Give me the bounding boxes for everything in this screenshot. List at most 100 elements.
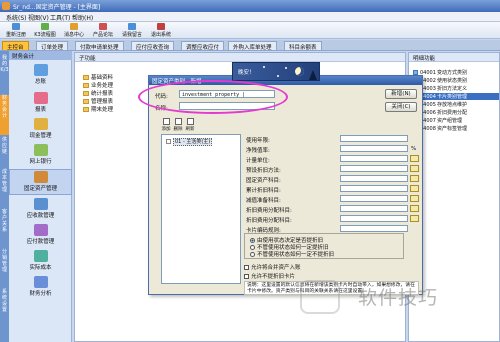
message-center-button[interactable]: 消息中心 [60,23,88,38]
useful-life-input[interactable] [340,135,408,142]
user-icon [12,23,20,30]
card-code-rule-input[interactable] [340,225,408,232]
close-button[interactable]: 关闭(C) [385,102,417,112]
vtab-supply-chain[interactable]: 供应链 [0,137,9,167]
window-title: Sr_nd...固定资产管理 - [主界面] [13,4,101,11]
nav-item-ledger[interactable]: 总账 [9,63,72,87]
unit-input[interactable] [340,155,408,162]
salvage-rate-input[interactable] [340,145,408,152]
folder-icon[interactable] [410,155,419,162]
menu-view[interactable]: 视图(V) [28,13,49,22]
depreciation-method-input[interactable] [340,165,408,172]
cost-icon [33,250,48,262]
watermark-logo [300,280,340,314]
feedback-button[interactable]: 请我留言 [118,23,146,38]
list-item[interactable]: 04005存放地点维护 [413,101,499,108]
folder-icon [83,83,89,88]
nav-item-cash[interactable]: 现金管理 [9,117,72,141]
menu-tools[interactable]: 工具(T) [50,13,70,22]
check-no-depreciation[interactable]: 允许不提折旧卡片 [244,272,295,280]
category-tree-root[interactable]: 01 - 主活类(主) [166,138,213,146]
prop-label-unit: 计量单位: [246,158,270,164]
list-item-selected[interactable]: 04004卡片类别管理 [413,93,499,100]
list-item[interactable]: 04001变动方式类别 [413,69,499,76]
nav-item-payables[interactable]: 应付款管理 [9,223,72,247]
vtab-finance[interactable]: 财务会计 [0,95,9,135]
check-merge-assets[interactable]: 允许将合并资产入账 [244,263,301,271]
impairment-account-input[interactable] [340,195,408,202]
folder-icon[interactable] [410,205,419,212]
tab-purchase-receipt[interactable]: 外购入库单处理 [228,41,277,51]
vtab-crm[interactable]: 客户关系 [0,209,9,247]
prop-label-useful-life: 使用年限: [246,138,270,144]
nav-item-receivables[interactable]: 应收款管理 [9,197,72,221]
reports-icon [33,92,48,104]
tab-payables-query[interactable]: 应付应收查询 [131,41,175,51]
tree-node-period-end[interactable]: 期末处理 [83,105,113,113]
tree-node-basic-data[interactable]: 基础资料 [83,73,113,81]
detail-pane-header: 明细功能 [409,53,499,62]
expand-icon [166,139,171,144]
vtab-my-k3[interactable]: 我的K/3 [0,55,9,93]
fixed-assets-icon [33,171,48,183]
greeting-widget: 晚安！ [232,62,320,81]
nav-item-fixed-assets[interactable]: 固定资产管理 [9,169,72,195]
add-icon [162,118,170,125]
tab-order-processing[interactable]: 订单处理 [36,41,69,51]
folder-icon [83,107,89,112]
feedback-icon [128,23,136,30]
delete-button[interactable]: 删除 [173,118,183,134]
new-button[interactable]: 新增(N) [385,89,417,99]
nav-panel-header: 财务会计 [9,51,72,60]
checkbox-icon [244,265,249,270]
tab-payment-request[interactable]: 付款申请单处理 [75,41,124,51]
forum-button[interactable]: 产品论坛 [89,23,117,38]
cash-icon [33,118,48,130]
folder-icon[interactable] [410,215,419,222]
nav-item-reports[interactable]: 报表 [9,91,72,115]
vtab-cost[interactable]: 成本管理 [0,169,9,207]
add-button[interactable]: 添加 [161,118,171,134]
folder-icon [83,91,89,96]
reregister-button[interactable]: 重新注册 [2,23,30,38]
flowchart-icon [41,23,49,30]
accum-depr-account-input[interactable] [340,185,408,192]
list-item[interactable]: 04002使用状态类别 [413,77,499,84]
depr-expense-account-2-input[interactable] [340,215,408,222]
asset-account-input[interactable] [340,175,408,182]
folder-icon[interactable] [410,165,419,172]
vtab-distribution[interactable]: 分销管理 [0,249,9,287]
prop-label-depreciation-method: 预设折旧方法: [246,168,281,174]
receivables-icon [33,198,48,210]
star-icon [277,75,279,77]
exit-icon [157,23,165,30]
tree-node-stat-report[interactable]: 统计报表 [83,89,113,97]
depr-expense-account-input[interactable] [340,205,408,212]
nav-item-analysis[interactable]: 财务分析 [9,275,72,299]
flowchart-button[interactable]: K3流程图 [31,23,59,38]
list-item[interactable]: 04006折旧费用分配 [413,109,499,116]
tab-console[interactable]: 主控台 [2,41,29,51]
list-item[interactable]: 04007资产组管理 [413,117,499,124]
folder-icon[interactable] [410,195,419,202]
forum-icon [99,23,107,30]
payables-icon [33,224,48,236]
vtab-system[interactable]: 系统设置 [0,289,9,327]
refresh-button[interactable]: 刷新 [185,118,195,134]
menu-help[interactable]: 帮助(H) [72,13,93,22]
list-item[interactable]: 04008资产标签管理 [413,125,499,132]
tree-node-mgmt-report[interactable]: 管理报表 [83,97,113,105]
folder-icon[interactable] [410,185,419,192]
tree-node-business[interactable]: 业务处理 [83,81,113,89]
list-item[interactable]: 04003折旧方法定义 [413,85,499,92]
tab-account-balance[interactable]: 科目余额表 [284,41,322,51]
nav-item-online-bank[interactable]: 网上银行 [9,143,72,167]
depreciation-rule-group: 由使用状态决定是否提折旧 不管使用状态如何一定提折旧 不管使用状态如何一定不提折… [244,233,404,259]
menu-system[interactable]: 系统(S) [6,13,27,22]
ledger-icon [33,64,48,76]
exit-button[interactable]: 退出系统 [147,23,175,38]
nav-item-actual-cost[interactable]: 实际成本 [9,249,72,273]
folder-icon[interactable] [410,175,419,182]
radio-never-depreciate[interactable]: 不管使用状态如何一定不提折旧 [250,250,334,258]
tab-adjust-receivables[interactable]: 调整应收应付 [181,41,225,51]
